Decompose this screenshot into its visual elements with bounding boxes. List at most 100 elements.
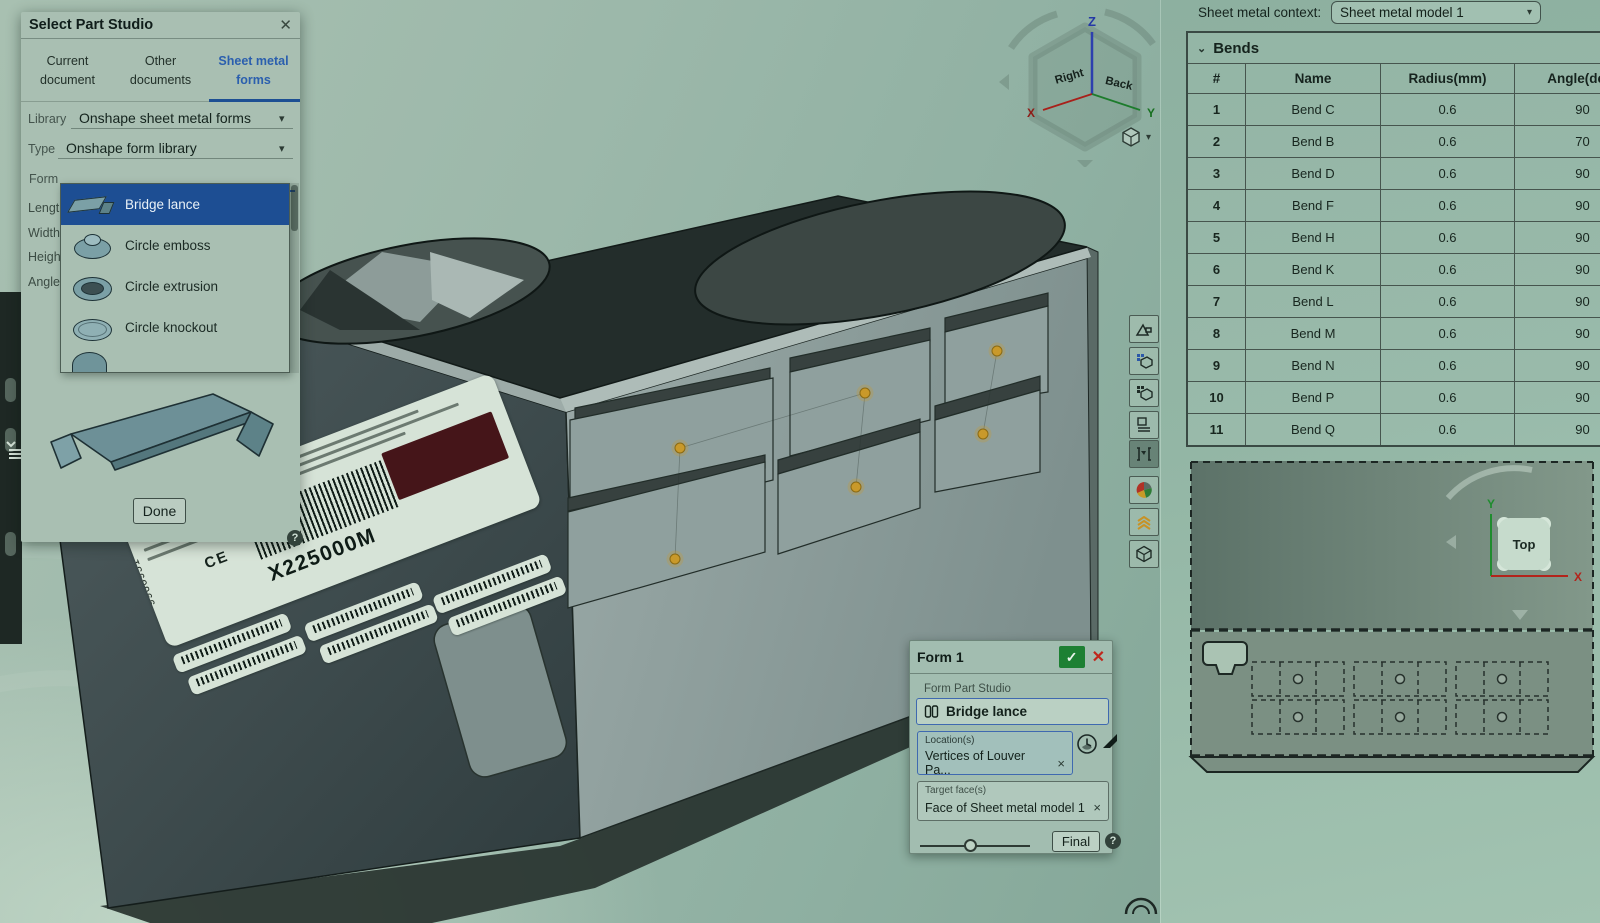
form-slider-handle[interactable]	[964, 839, 977, 852]
form-part-field[interactable]: Bridge lance	[916, 698, 1109, 725]
bend-cell[interactable]: Bend B	[1245, 126, 1380, 157]
bend-cell[interactable]: 90	[1514, 254, 1600, 285]
selection-dot[interactable]	[848, 479, 865, 496]
bend-cell[interactable]: 0.6	[1380, 350, 1514, 381]
sheet-metal-grid-icon[interactable]	[1129, 347, 1159, 375]
bend-cell[interactable]: Bend P	[1245, 382, 1380, 413]
bend-cell[interactable]: Bend C	[1245, 94, 1380, 125]
bend-cell[interactable]: 9	[1188, 350, 1245, 381]
bend-cell[interactable]: 2	[1188, 126, 1245, 157]
bend-cell[interactable]: 10	[1188, 382, 1245, 413]
form-item-circle-extrusion[interactable]: Circle extrusion	[61, 266, 289, 307]
type-select[interactable]: Onshape form library	[66, 140, 197, 156]
locations-field[interactable]: Location(s) Vertices of Louver Pa... ×	[917, 731, 1073, 775]
clock-icon[interactable]	[1076, 733, 1098, 755]
bend-cell[interactable]: 8	[1188, 318, 1245, 349]
bend-cell[interactable]: Bend M	[1245, 318, 1380, 349]
bend-cell[interactable]: 3	[1188, 158, 1245, 189]
flat-view-cube[interactable]: Top	[1497, 517, 1551, 571]
cube-icon[interactable]	[1129, 540, 1159, 568]
bend-cell[interactable]: 4	[1188, 190, 1245, 221]
bend-cell[interactable]: Bend D	[1245, 158, 1380, 189]
selection-dot[interactable]	[667, 551, 684, 568]
bend-row[interactable]: 9Bend N0.690	[1188, 349, 1600, 381]
rollback-slider[interactable]	[920, 839, 1030, 853]
library-select[interactable]: Onshape sheet metal forms	[79, 110, 251, 126]
bend-cell[interactable]: Bend K	[1245, 254, 1380, 285]
selection-dot[interactable]	[672, 440, 689, 457]
pan-down-arrow-icon[interactable]	[1077, 160, 1093, 167]
bend-cell[interactable]: 0.6	[1380, 94, 1514, 125]
bend-row[interactable]: 7Bend L0.690	[1188, 285, 1600, 317]
bend-cell[interactable]: 0.6	[1380, 318, 1514, 349]
bend-cell[interactable]: Bend F	[1245, 190, 1380, 221]
bend-cell[interactable]: 0.6	[1380, 286, 1514, 317]
bend-cell[interactable]: 0.6	[1380, 190, 1514, 221]
help-icon[interactable]: ?	[1105, 833, 1121, 849]
sheet-metal-context-dropdown[interactable]: Sheet metal model 1 ▾	[1331, 1, 1541, 24]
bends-section-header[interactable]: ⌄ Bends	[1188, 33, 1600, 63]
tab-sheet-metal-forms[interactable]: Sheet metal forms	[207, 40, 300, 102]
scrollbar-thumb[interactable]	[291, 185, 298, 231]
view-options-button[interactable]: ▾	[1120, 126, 1151, 148]
bend-cell[interactable]: Bend H	[1245, 222, 1380, 253]
tab-current-document[interactable]: Current document	[21, 40, 114, 102]
bend-cell[interactable]: Bend L	[1245, 286, 1380, 317]
bend-cell[interactable]: 5	[1188, 222, 1245, 253]
bend-cell[interactable]: 70	[1514, 126, 1600, 157]
bend-row[interactable]: 3Bend D0.690	[1188, 157, 1600, 189]
form-item-circle-knockout[interactable]: Circle knockout	[61, 307, 289, 348]
flat-pattern-icon[interactable]	[1129, 440, 1159, 468]
flat-pattern-viewport[interactable]: Top Y X	[1160, 450, 1600, 790]
bend-cell[interactable]: 90	[1514, 414, 1600, 445]
final-button[interactable]: Final	[1052, 831, 1100, 852]
bend-row[interactable]: 5Bend H0.690	[1188, 221, 1600, 253]
bend-cell[interactable]: 90	[1514, 350, 1600, 381]
flat-orientation-label[interactable]: Top	[1513, 537, 1536, 552]
bend-cell[interactable]: 6	[1188, 254, 1245, 285]
bend-row[interactable]: 10Bend P0.690	[1188, 381, 1600, 413]
bend-cell[interactable]: 90	[1514, 222, 1600, 253]
bend-cell[interactable]: Bend N	[1245, 350, 1380, 381]
bend-cell[interactable]: 11	[1188, 414, 1245, 445]
chevron-down-icon[interactable]: ▾	[279, 112, 285, 125]
sheet-metal-model-icon[interactable]	[1129, 411, 1159, 439]
bend-cell[interactable]: Bend Q	[1245, 414, 1380, 445]
done-button[interactable]: Done	[133, 498, 186, 524]
bend-cell[interactable]: 0.6	[1380, 414, 1514, 445]
tab-other-documents[interactable]: Other documents	[114, 40, 207, 102]
bend-cell[interactable]: 90	[1514, 382, 1600, 413]
form-item-circle-emboss[interactable]: Circle emboss	[61, 225, 289, 266]
bend-cell[interactable]: 0.6	[1380, 158, 1514, 189]
bend-row[interactable]: 8Bend M0.690	[1188, 317, 1600, 349]
bend-cell[interactable]: 0.6	[1380, 222, 1514, 253]
bend-cell[interactable]: 90	[1514, 94, 1600, 125]
bend-cell[interactable]: 90	[1514, 286, 1600, 317]
bend-cell[interactable]: 90	[1514, 318, 1600, 349]
selection-dot[interactable]	[975, 426, 992, 443]
bend-cell[interactable]: 1	[1188, 94, 1245, 125]
bend-cell[interactable]: 0.6	[1380, 254, 1514, 285]
form-list-scrollbar[interactable]	[290, 183, 299, 373]
selection-arrow-icon[interactable]	[1100, 731, 1120, 751]
target-faces-field[interactable]: Target face(s) Face of Sheet metal model…	[917, 781, 1109, 821]
form-punch-icon[interactable]	[1129, 315, 1159, 343]
bend-cell[interactable]: 90	[1514, 158, 1600, 189]
bend-row[interactable]: 1Bend C0.690	[1188, 93, 1600, 125]
bend-row[interactable]: 6Bend K0.690	[1188, 253, 1600, 285]
layers-icon[interactable]	[1129, 508, 1159, 536]
help-icon[interactable]: ?	[287, 530, 303, 546]
selection-dot[interactable]	[857, 385, 874, 402]
bend-row[interactable]: 2Bend B0.670	[1188, 125, 1600, 157]
color-pie-icon[interactable]	[1129, 476, 1159, 504]
chevron-down-icon[interactable]: ▾	[279, 142, 285, 155]
bend-cell[interactable]: 0.6	[1380, 382, 1514, 413]
bend-cell[interactable]: 0.6	[1380, 126, 1514, 157]
form-item-partial[interactable]	[61, 348, 289, 368]
bend-row[interactable]: 4Bend F0.690	[1188, 189, 1600, 221]
accept-button[interactable]: ✓	[1059, 646, 1085, 668]
sheet-metal-combined-icon[interactable]	[1129, 379, 1159, 407]
form-item-bridge-lance[interactable]: Bridge lance	[61, 184, 289, 225]
cancel-button[interactable]: ✕	[1092, 647, 1105, 667]
remove-selection-icon[interactable]: ×	[1057, 756, 1065, 771]
